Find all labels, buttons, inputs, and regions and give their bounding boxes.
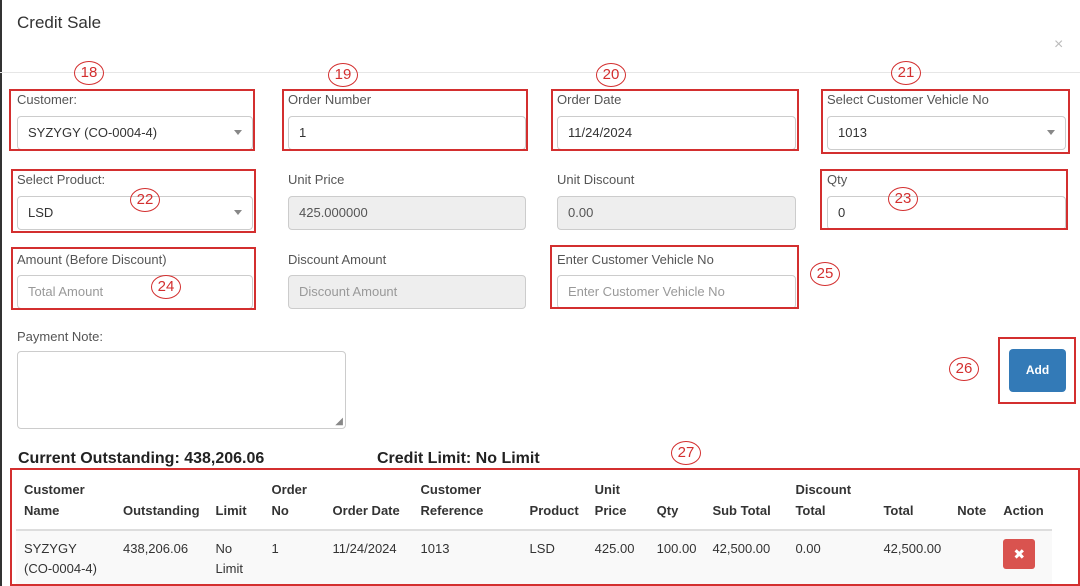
credit-limit: Credit Limit: No Limit [377, 450, 540, 467]
discount-amount-label: Discount Amount [288, 252, 387, 267]
annotation-box-23 [820, 169, 1068, 230]
annotation-number-18: 18 [74, 61, 104, 85]
close-icon[interactable]: × [1054, 36, 1063, 54]
payment-note-textarea[interactable]: ◢ [17, 351, 346, 429]
annotation-box-24 [11, 247, 256, 310]
annotation-box-26 [998, 337, 1076, 404]
annotation-number-22: 22 [130, 188, 160, 212]
annotation-number-19: 19 [328, 63, 358, 87]
annotation-box-25 [550, 245, 799, 309]
annotation-number-21: 21 [891, 61, 921, 85]
annotation-number-25: 25 [810, 262, 840, 286]
window-edge [0, 0, 2, 586]
modal-title: Credit Sale [17, 13, 102, 32]
unit-price-input: 425.000000 [288, 196, 526, 230]
annotation-number-20: 20 [596, 63, 626, 87]
discount-amount-input: Discount Amount [288, 275, 526, 309]
annotation-box-21 [821, 89, 1070, 154]
annotation-number-23: 23 [888, 187, 918, 211]
annotation-box-27 [10, 468, 1080, 586]
unit-price-label: Unit Price [288, 172, 345, 187]
annotation-box-19 [282, 89, 528, 151]
payment-note-label: Payment Note: [17, 329, 103, 344]
unit-discount-input: 0.00 [557, 196, 796, 230]
annotation-number-24: 24 [151, 275, 181, 299]
annotation-number-27: 27 [671, 441, 701, 465]
annotation-box-20 [551, 89, 799, 151]
unit-discount-label: Unit Discount [557, 172, 635, 187]
current-outstanding: Current Outstanding: 438,206.06 [18, 450, 265, 467]
annotation-box-18 [9, 89, 255, 151]
annotation-number-26: 26 [949, 357, 979, 381]
resize-handle-icon[interactable]: ◢ [335, 416, 343, 427]
